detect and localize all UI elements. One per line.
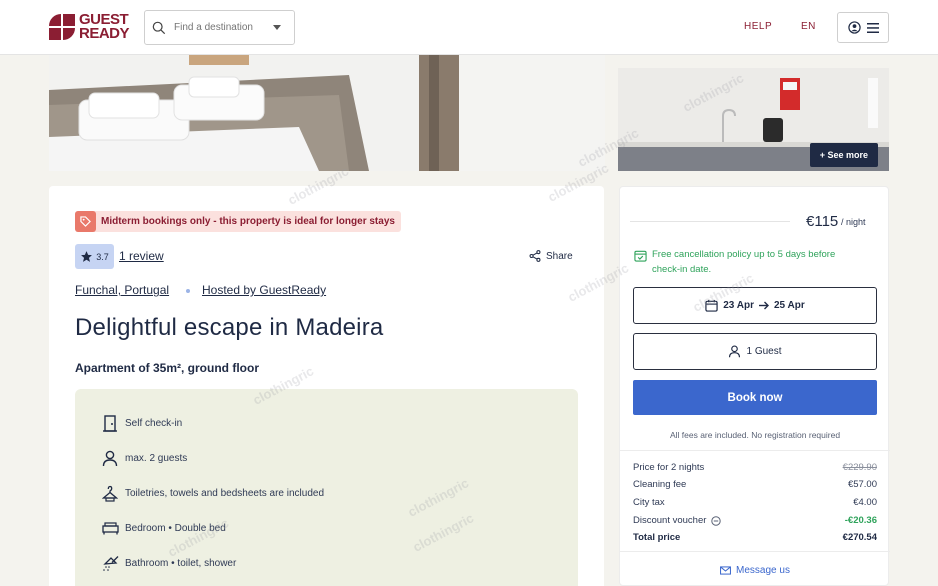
- total-price-row: Total price €270.54: [633, 532, 877, 543]
- shower-icon: [101, 554, 119, 572]
- book-now-button[interactable]: Book now: [633, 380, 877, 415]
- account-menu-button[interactable]: [837, 12, 889, 43]
- price-breakdown-row: Price for 2 nights €229.90: [633, 462, 877, 473]
- row-value: €229.90: [842, 462, 877, 473]
- midterm-banner-text: Midterm bookings only - this property is…: [101, 216, 395, 227]
- free-cancel-line-2: check-in date.: [652, 264, 712, 275]
- logo-line-2: READY: [79, 25, 130, 42]
- listing-details-card: Midterm bookings only - this property is…: [49, 186, 604, 586]
- reviews-link[interactable]: 1 review: [119, 249, 164, 263]
- row-label: Cleaning fee: [633, 479, 687, 490]
- kitchen-photo[interactable]: + See more: [618, 68, 889, 171]
- message-us-link[interactable]: Message us: [620, 565, 890, 576]
- divider: [620, 450, 890, 451]
- rating-badge: 3.7: [75, 244, 114, 269]
- door-icon: [101, 414, 119, 432]
- feature-text: Bathroom • toilet, shower: [125, 557, 237, 569]
- feature-item: Bedroom • Double bed: [101, 519, 226, 537]
- feature-item: max. 2 guests: [101, 449, 187, 467]
- row-label: City tax: [633, 497, 665, 508]
- guest-selector[interactable]: 1 Guest: [633, 333, 877, 370]
- calendar-check-icon: [634, 250, 647, 262]
- site-header: GUEST READY HELP EN: [0, 0, 938, 55]
- share-icon: [529, 250, 541, 262]
- free-cancel-line-1: Free cancellation policy up to 5 days be…: [652, 249, 836, 260]
- feature-text: Toiletries, towels and bedsheets are inc…: [125, 487, 325, 499]
- row-label: Total price: [633, 532, 681, 543]
- feature-item: Bathroom • toilet, shower: [101, 554, 236, 572]
- nightly-price: €115: [806, 213, 839, 230]
- feature-text: Bedroom • Double bed: [125, 522, 226, 534]
- bedroom-photo: [49, 55, 605, 171]
- tag-icon: [75, 211, 96, 232]
- row-value: €4.00: [853, 497, 877, 508]
- price-breakdown-row: City tax €4.00: [633, 497, 877, 508]
- divider: [620, 551, 890, 552]
- arrow-right-icon: [759, 301, 769, 310]
- guestready-logo[interactable]: GUEST READY: [49, 12, 130, 42]
- calendar-icon: [705, 299, 718, 312]
- rating-value: 3.7: [96, 251, 109, 262]
- features-panel: Self check-in max. 2 guests Toiletries, …: [75, 389, 578, 586]
- logo-text: GUEST READY: [79, 12, 130, 42]
- share-label: Share: [546, 250, 573, 262]
- destination-search[interactable]: [144, 10, 295, 45]
- free-cancellation-note: Free cancellation policy up to 5 days be…: [634, 247, 874, 277]
- booking-card: €115 / night Free cancellation policy up…: [619, 186, 890, 586]
- fees-note: All fees are included. No registration r…: [669, 430, 841, 440]
- remove-voucher-icon[interactable]: [711, 515, 722, 526]
- listing-subtitle: Apartment of 35m², ground floor: [75, 361, 259, 375]
- see-more-button[interactable]: + See more: [809, 143, 878, 167]
- language-selector[interactable]: EN: [801, 21, 816, 32]
- feature-item: Self check-in: [101, 414, 182, 432]
- bed-icon: [101, 519, 119, 537]
- message-us-label: Message us: [736, 565, 790, 576]
- chevron-down-icon[interactable]: [273, 25, 281, 30]
- check-in-date: 23 Apr: [723, 300, 754, 311]
- per-night-label: / night: [841, 217, 866, 227]
- price-divider: [630, 221, 790, 222]
- feature-text: max. 2 guests: [125, 452, 188, 464]
- row-label: Price for 2 nights: [633, 462, 705, 473]
- feature-item: Toiletries, towels and bedsheets are inc…: [101, 484, 324, 502]
- separator-dot: [186, 289, 190, 293]
- feature-text: Self check-in: [125, 417, 183, 429]
- destination-input[interactable]: [174, 22, 269, 33]
- hamburger-icon: [866, 22, 879, 33]
- help-link[interactable]: HELP: [744, 21, 772, 32]
- midterm-banner: Midterm bookings only - this property is…: [75, 211, 401, 232]
- row-label: Discount voucher: [633, 515, 707, 526]
- main-photo[interactable]: [49, 55, 605, 171]
- share-button[interactable]: Share: [529, 250, 573, 262]
- user-icon: [847, 21, 861, 34]
- person-icon: [729, 345, 741, 358]
- mail-icon: [720, 566, 731, 575]
- price-breakdown-row: Cleaning fee €57.00: [633, 479, 877, 490]
- star-icon: [81, 251, 93, 262]
- price-breakdown-row: Discount voucher -€20.36: [633, 515, 877, 526]
- row-value: €57.00: [847, 479, 877, 490]
- row-value: €270.54: [842, 532, 877, 543]
- guest-count: 1 Guest: [746, 346, 782, 357]
- check-out-date: 25 Apr: [774, 300, 805, 311]
- search-icon: [152, 21, 166, 34]
- host-link[interactable]: Hosted by GuestReady: [202, 283, 326, 297]
- date-picker[interactable]: 23 Apr 25 Apr: [633, 287, 877, 324]
- row-value: -€20.36: [844, 515, 877, 526]
- person-icon: [101, 449, 119, 467]
- location-link[interactable]: Funchal, Portugal: [75, 283, 169, 297]
- hanger-icon: [101, 484, 119, 502]
- listing-title: Delightful escape in Madeira: [75, 314, 384, 341]
- logo-mark-icon: [49, 14, 75, 40]
